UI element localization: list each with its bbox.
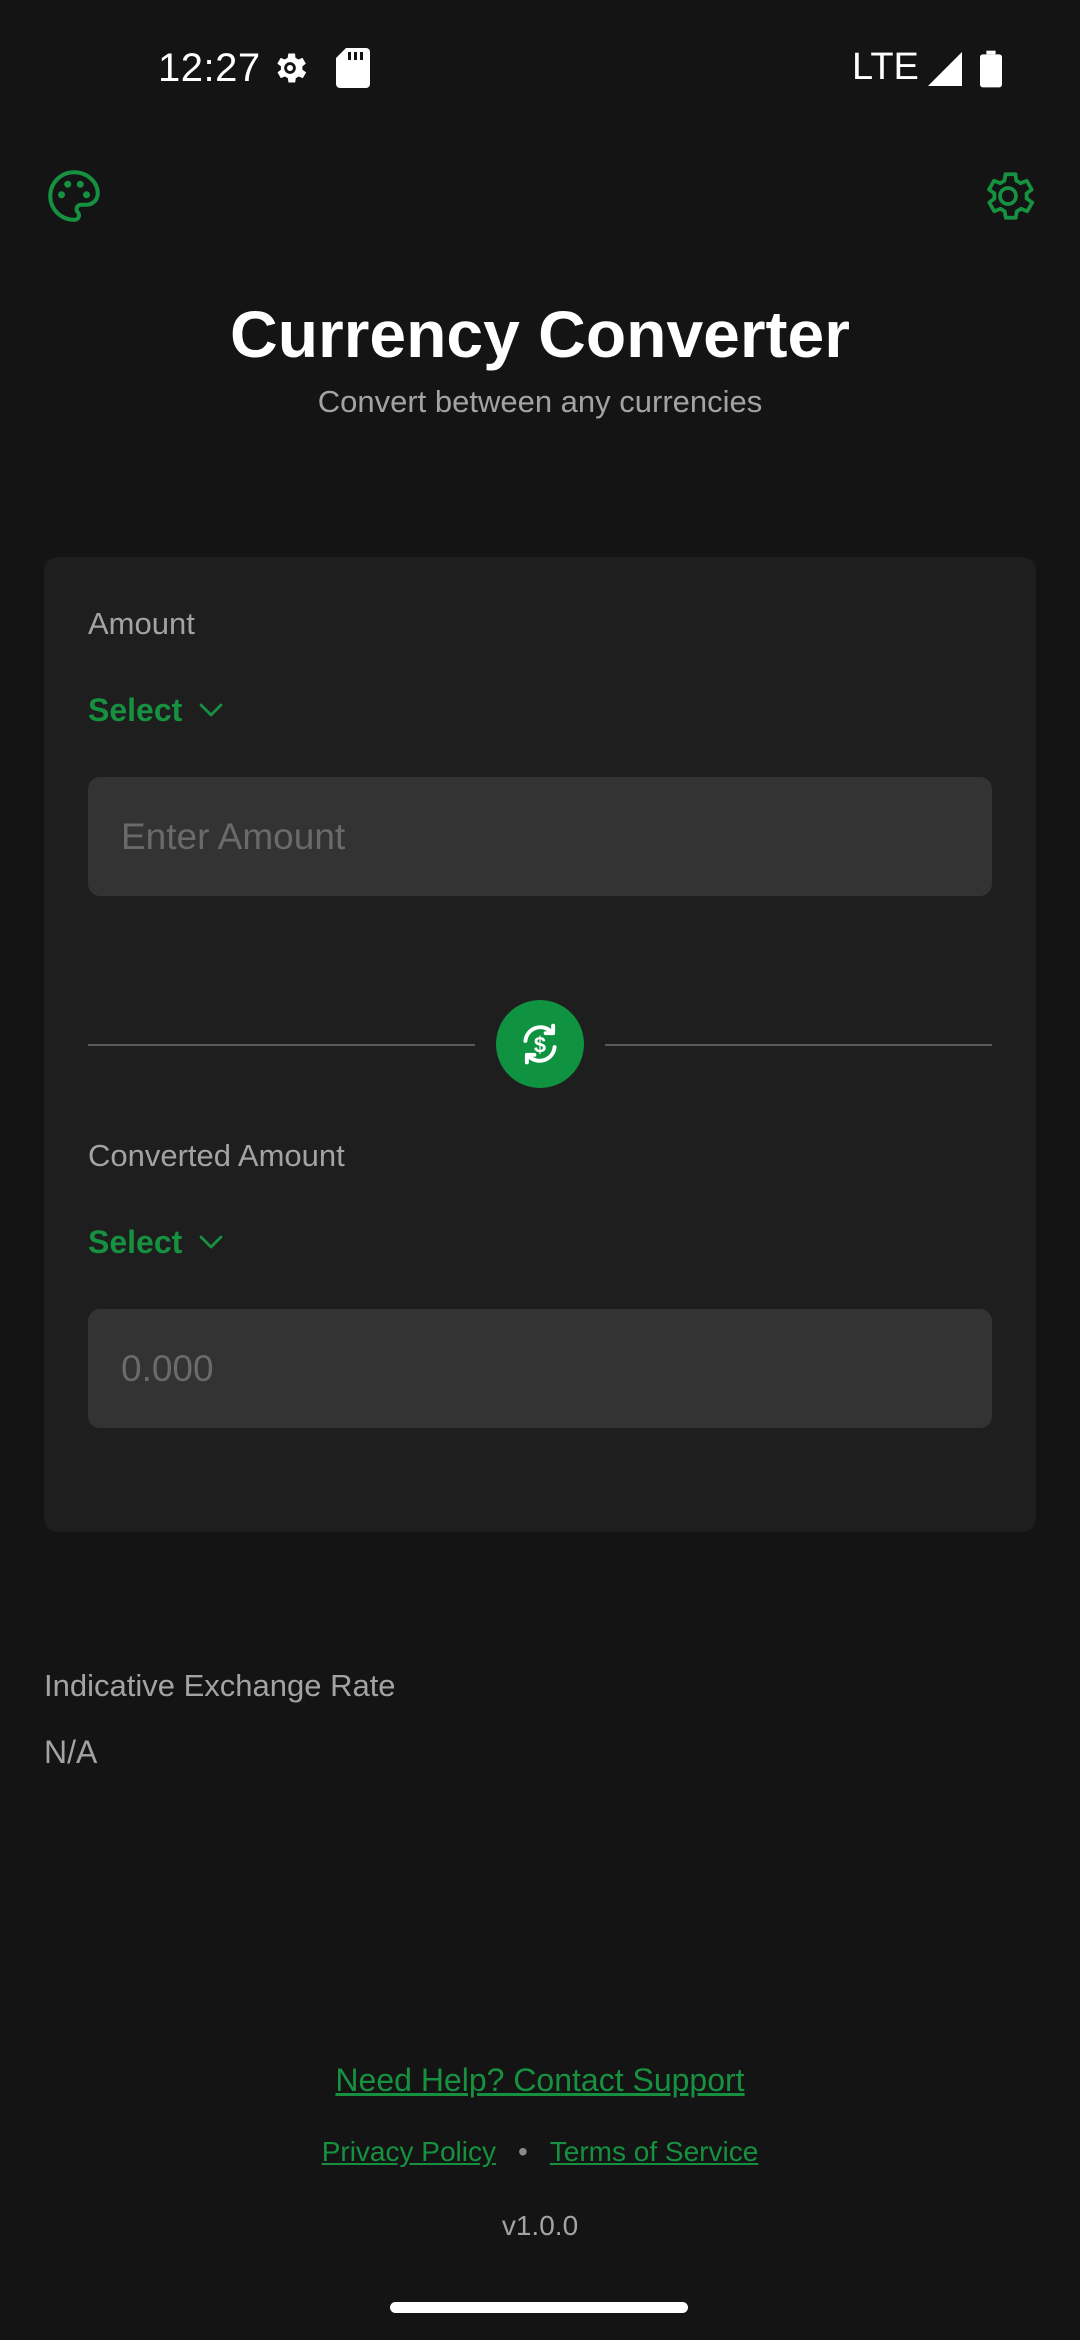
currency-swap-icon: $ <box>523 1023 557 1065</box>
divider-left <box>88 1044 475 1046</box>
to-currency-select[interactable]: Select <box>88 1217 226 1267</box>
svg-text:$: $ <box>534 1032 546 1057</box>
page-subtitle: Convert between any currencies <box>317 384 763 419</box>
status-bar: 12:27 LTE <box>0 0 1080 140</box>
amount-input[interactable] <box>88 777 992 896</box>
amount-label: Amount <box>88 606 195 641</box>
converted-amount-input[interactable] <box>88 1309 992 1428</box>
sd-card-icon <box>336 48 370 93</box>
swap-currencies-button[interactable]: $ <box>496 1000 584 1088</box>
privacy-policy-link[interactable]: Privacy Policy <box>322 2136 496 2168</box>
converted-amount-label: Converted Amount <box>88 1138 345 1173</box>
app-version: v1.0.0 <box>501 2210 579 2241</box>
contact-support-link[interactable]: Need Help? Contact Support <box>0 2062 1080 2099</box>
status-time: 12:27 <box>158 46 261 90</box>
divider-right <box>605 1044 992 1046</box>
terms-of-service-link[interactable]: Terms of Service <box>550 2136 759 2168</box>
app-screen: 12:27 LTE Currency Converter Convert bet… <box>0 0 1080 2340</box>
gear-icon[interactable] <box>978 166 1038 226</box>
from-currency-select-label: Select <box>88 691 183 728</box>
battery-icon <box>980 50 1002 93</box>
legal-links: Privacy Policy • Terms of Service <box>0 2136 1080 2168</box>
exchange-rate-value: N/A <box>44 1734 98 1770</box>
page-title: Currency Converter <box>230 297 850 371</box>
from-currency-select[interactable]: Select <box>88 685 226 735</box>
home-indicator[interactable] <box>390 2302 688 2313</box>
settings-gear-icon <box>270 48 310 93</box>
amount-field[interactable] <box>88 777 992 896</box>
signal-icon <box>928 52 962 91</box>
to-currency-select-label: Select <box>88 1223 183 1260</box>
converted-amount-field[interactable] <box>88 1309 992 1428</box>
exchange-rate-label: Indicative Exchange Rate <box>44 1668 396 1703</box>
palette-icon[interactable] <box>44 166 104 226</box>
link-separator: • <box>517 2136 528 2167</box>
chevron-down-icon <box>199 1235 223 1249</box>
chevron-down-icon <box>199 703 223 717</box>
network-type: LTE <box>852 46 919 88</box>
converter-card: Amount Select $ Converted Amount Select <box>44 557 1036 1532</box>
